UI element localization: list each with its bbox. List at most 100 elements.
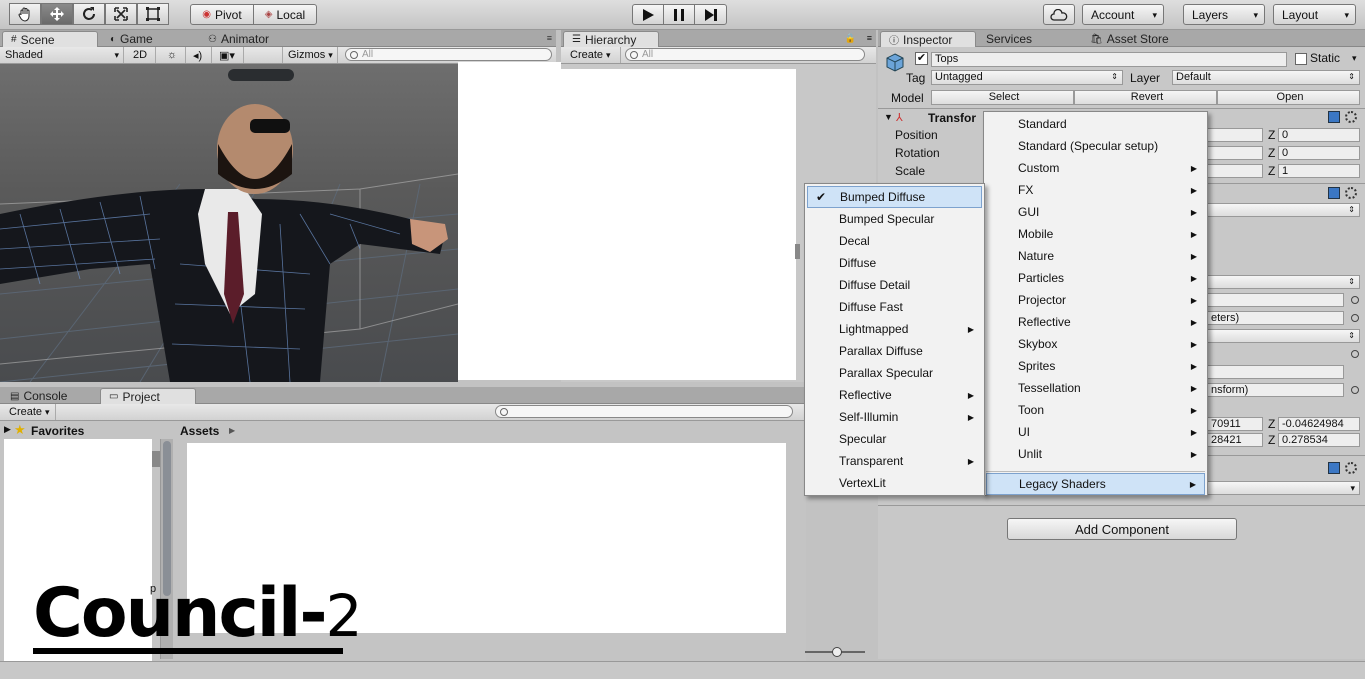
menu-item-specular[interactable]: Specular [807, 428, 982, 450]
add-component-button[interactable]: Add Component [1007, 518, 1237, 540]
object-picker-icon[interactable] [1351, 350, 1359, 358]
scrollbar-thumb[interactable] [163, 441, 171, 596]
pivot-button[interactable]: ◉ Pivot [190, 4, 254, 25]
menu-item-reflective[interactable]: Reflective ▶ [807, 384, 982, 406]
foldout-arrow-icon[interactable]: ▼ [884, 112, 893, 122]
menu-item-mobile[interactable]: Mobile ▶ [986, 223, 1205, 245]
hierarchy-search-input[interactable]: All [625, 48, 865, 61]
tab-hierarchy[interactable]: ☰ Hierarchy [563, 31, 659, 47]
menu-item-sprites[interactable]: Sprites ▶ [986, 355, 1205, 377]
static-checkbox[interactable] [1295, 53, 1307, 65]
cloud-button[interactable] [1043, 4, 1075, 25]
vector2-z-field[interactable]: 0.278534 [1278, 433, 1360, 447]
shading-dropdown[interactable]: Shaded ▾ [0, 47, 124, 63]
menu-item-diffuse-fast[interactable]: Diffuse Fast [807, 296, 982, 318]
menu-item-nature[interactable]: Nature ▶ [986, 245, 1205, 267]
vector-y-field[interactable]: 70911 [1207, 417, 1263, 431]
project-create-dropdown[interactable]: Create ▾ [4, 404, 56, 420]
static-dropdown-icon[interactable]: ▾ [1352, 53, 1357, 64]
position-y-field[interactable] [1207, 128, 1263, 142]
scrollbar-thumb[interactable] [152, 451, 160, 467]
gizmos-dropdown[interactable]: Gizmos ▾ [282, 47, 338, 63]
model-select-button[interactable]: Select [931, 90, 1074, 105]
project-search-input[interactable] [495, 405, 793, 418]
tab-scene[interactable]: # Scene [2, 31, 98, 47]
menu-item-bumped-diffuse[interactable]: ✔ Bumped Diffuse [807, 186, 982, 208]
menu-item-toon[interactable]: Toon ▶ [986, 399, 1205, 421]
menu-item-vertexlit[interactable]: VertexLit [807, 472, 982, 494]
panel-menu-icon[interactable]: ≡ [547, 33, 552, 43]
help-book-icon[interactable] [1328, 187, 1340, 199]
menu-item-custom[interactable]: Custom ▶ [986, 157, 1205, 179]
menu-item-gui[interactable]: GUI ▶ [986, 201, 1205, 223]
foldout-arrow-icon[interactable]: ▶ [4, 424, 11, 435]
model-open-button[interactable]: Open [1217, 90, 1360, 105]
menu-item-reflective[interactable]: Reflective ▶ [986, 311, 1205, 333]
pause-button[interactable] [663, 4, 695, 25]
settings-gear-icon[interactable] [1345, 111, 1357, 123]
settings-gear-icon[interactable] [1345, 462, 1357, 474]
model-revert-button[interactable]: Revert [1074, 90, 1217, 105]
help-book-icon[interactable] [1328, 111, 1340, 123]
step-button[interactable] [694, 4, 727, 25]
object-field[interactable] [1207, 293, 1344, 307]
rotate-tool-icon[interactable] [73, 3, 105, 25]
play-button[interactable] [632, 4, 664, 25]
object-picker-icon[interactable] [1351, 314, 1359, 322]
material-shader-dropdown[interactable]: ▾ [1207, 481, 1360, 495]
hierarchy-create-dropdown[interactable]: Create ▾ [565, 47, 621, 63]
menu-item-parallax-diffuse[interactable]: Parallax Diffuse [807, 340, 982, 362]
menu-item-legacy-shaders[interactable]: Legacy Shaders ▶ [986, 473, 1205, 495]
menu-item-diffuse-detail[interactable]: Diffuse Detail [807, 274, 982, 296]
menu-item-fx[interactable]: FX ▶ [986, 179, 1205, 201]
menu-item-particles[interactable]: Particles ▶ [986, 267, 1205, 289]
local-button[interactable]: ◈ Local [253, 4, 317, 25]
tab-services[interactable]: Services [978, 31, 1040, 47]
settings-gear-icon[interactable] [1345, 187, 1357, 199]
scene-viewport[interactable] [0, 64, 458, 382]
layers-dropdown[interactable]: Layers ▾ [1183, 4, 1265, 25]
layer-dropdown[interactable]: Default ⇕ [1172, 70, 1360, 85]
layout-dropdown[interactable]: Layout ▾ [1273, 4, 1356, 25]
menu-item-tessellation[interactable]: Tessellation ▶ [986, 377, 1205, 399]
zoom-slider-handle[interactable] [832, 647, 842, 657]
object-picker-icon[interactable] [1351, 296, 1359, 304]
scene-search-input[interactable]: All [345, 48, 552, 61]
property-dropdown-2[interactable]: ⇕ [1207, 329, 1360, 343]
scale-y-field[interactable] [1207, 164, 1263, 178]
scale-z-field[interactable]: 1 [1278, 164, 1360, 178]
position-z-field[interactable]: 0 [1278, 128, 1360, 142]
tab-project[interactable]: ▭ Project [100, 388, 196, 404]
menu-item-standard-specular-setup[interactable]: Standard (Specular setup) [986, 135, 1205, 157]
menu-item-diffuse[interactable]: Diffuse [807, 252, 982, 274]
scale-tool-icon[interactable] [105, 3, 137, 25]
rect-tool-icon[interactable] [137, 3, 169, 25]
menu-item-decal[interactable]: Decal [807, 230, 982, 252]
object-field-2[interactable] [1207, 365, 1344, 379]
menu-item-projector[interactable]: Projector ▶ [986, 289, 1205, 311]
panel-menu-icon[interactable]: ≡ [867, 33, 872, 43]
tab-animator[interactable]: ⚇ Animator [200, 31, 277, 47]
tag-dropdown[interactable]: Untagged ⇕ [931, 70, 1123, 85]
lighting-toggle-icon[interactable]: ☼ [162, 47, 186, 63]
help-book-icon[interactable] [1328, 462, 1340, 474]
move-tool-icon[interactable] [41, 3, 73, 25]
scrollbar-thumb[interactable] [795, 244, 800, 259]
menu-item-transparent[interactable]: Transparent ▶ [807, 450, 982, 472]
object-picker-icon[interactable] [1351, 386, 1359, 394]
rotation-y-field[interactable] [1207, 146, 1263, 160]
menu-item-self-illumin[interactable]: Self-Illumin ▶ [807, 406, 982, 428]
effects-dropdown-icon[interactable]: ▣▾ [214, 47, 244, 63]
tab-inspector[interactable]: ⓘ Inspector [880, 31, 976, 47]
tab-asset-store[interactable]: 🛍 Asset Store [1082, 31, 1177, 47]
rotation-z-field[interactable]: 0 [1278, 146, 1360, 160]
menu-item-ui[interactable]: UI ▶ [986, 421, 1205, 443]
menu-item-bumped-specular[interactable]: Bumped Specular [807, 208, 982, 230]
lock-icon[interactable]: 🔒 [845, 33, 856, 44]
audio-toggle-icon[interactable]: ◂) [188, 47, 212, 63]
object-name-input[interactable]: Tops [931, 52, 1287, 67]
object-field-meters[interactable]: eters) [1207, 311, 1344, 325]
shader-dropdown[interactable]: ⇕ [1207, 203, 1360, 217]
vector2-y-field[interactable]: 28421 [1207, 433, 1263, 447]
account-dropdown[interactable]: Account ▾ [1082, 4, 1164, 25]
